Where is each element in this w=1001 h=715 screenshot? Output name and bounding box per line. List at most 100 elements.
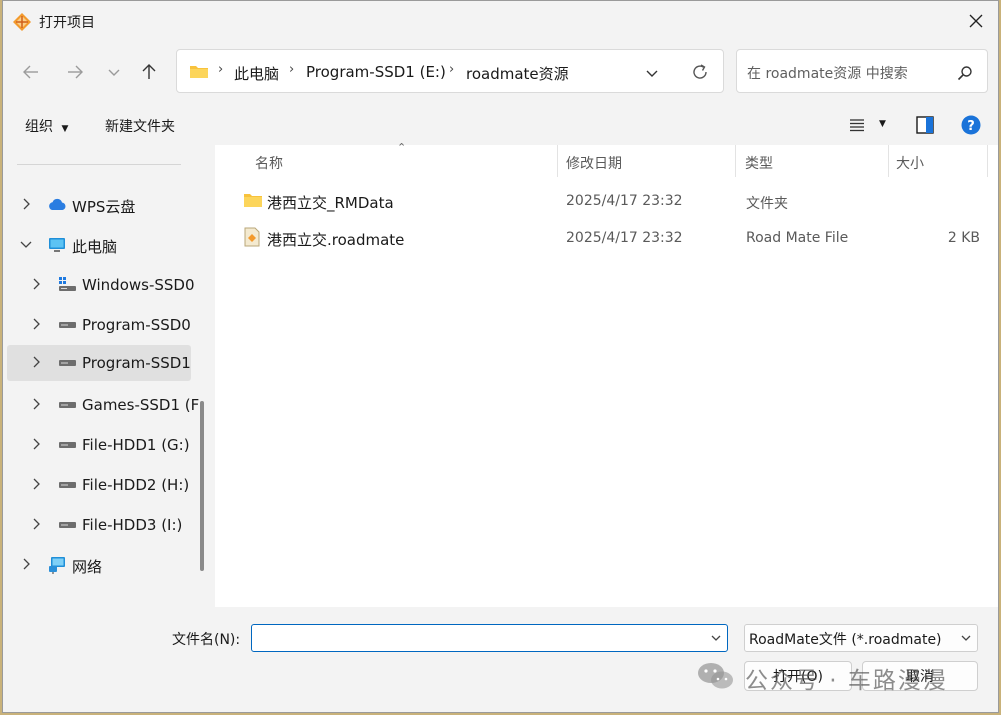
sidebar-item-label: Windows-SSD0 (82, 276, 195, 294)
table-row[interactable]: 港西立交_RMData 2025/4/17 23:32 文件夹 (235, 185, 990, 217)
column-header-size[interactable]: 大小 (896, 153, 924, 173)
file-type-select[interactable]: RoadMate文件 (*.roadmate) (744, 624, 978, 652)
roadmate-app-icon (13, 13, 31, 31)
breadcrumb-drive[interactable]: Program-SSD1 (E:) (306, 63, 446, 81)
network-icon (49, 557, 65, 574)
column-divider[interactable] (735, 145, 736, 177)
chevron-right-icon[interactable] (29, 317, 43, 331)
sidebar-item-file-hdd1[interactable]: File-HDD1 (G:) (3, 427, 193, 463)
chevron-right-icon[interactable] (19, 197, 33, 211)
view-list-icon[interactable] (849, 118, 865, 132)
sidebar-item-program-ssd1[interactable]: Program-SSD1 (7, 345, 191, 381)
file-type: 文件夹 (746, 196, 788, 212)
chevron-right-icon[interactable] (29, 397, 43, 411)
file-list[interactable]: ⌃ 名称 修改日期 类型 大小 港西立交_RMData 2025/4/17 23… (215, 141, 998, 607)
chevron-right-icon[interactable] (29, 277, 43, 291)
close-button[interactable] (959, 7, 993, 35)
watermark: 公众号 · 车路漫漫 (697, 657, 982, 694)
file-type-value: RoadMate文件 (*.roadmate) (749, 632, 942, 648)
preview-pane-icon[interactable] (916, 116, 934, 134)
column-divider[interactable] (987, 145, 988, 177)
file-date: 2025/4/17 23:32 (566, 230, 683, 246)
chevron-right-icon[interactable] (29, 477, 43, 491)
recent-locations-button[interactable] (99, 57, 129, 87)
title-bar: 打开项目 (3, 1, 998, 41)
chevron-right-icon[interactable] (29, 355, 43, 369)
up-button[interactable] (134, 57, 164, 87)
chevron-down-icon (961, 635, 971, 641)
sidebar-scrollbar[interactable] (200, 401, 204, 571)
wechat-icon (698, 663, 733, 689)
column-divider[interactable] (888, 145, 889, 177)
forward-button[interactable] (60, 57, 90, 87)
arrow-up-icon (142, 64, 156, 79)
open-project-dialog: 打开项目 › 此电脑 › Program-SSD1 (E:) › roadmat… (2, 0, 999, 713)
column-header-name[interactable]: 名称 (255, 153, 283, 173)
search-box[interactable]: 在 roadmate资源 中搜索 (736, 49, 988, 93)
folder-icon (244, 194, 262, 207)
command-bar: 组织 ▼ 新建文件夹 ▼ ? (3, 105, 998, 145)
sidebar-item-windows-ssd0[interactable]: Windows-SSD0 (3, 267, 195, 303)
sidebar-divider (17, 164, 181, 165)
sidebar-item-label: File-HDD3 (I:) (82, 516, 183, 534)
file-size: 2 KB (947, 230, 980, 246)
help-icon[interactable]: ? (961, 115, 981, 135)
back-button[interactable] (16, 57, 46, 87)
column-divider[interactable] (557, 145, 558, 177)
file-name: 港西立交.roadmate (267, 231, 405, 249)
watermark-text: 公众号 · 车路漫漫 (745, 668, 948, 694)
navigation-pane[interactable]: WPS云盘 此电脑 Windows-SSD0 Program-SSD0 Prog… (3, 145, 213, 607)
sidebar-item-label: File-HDD1 (G:) (82, 436, 190, 454)
chevron-down-icon[interactable] (19, 237, 33, 251)
column-header-type[interactable]: 类型 (745, 153, 773, 173)
address-bar[interactable]: › 此电脑 › Program-SSD1 (E:) › roadmate资源 (176, 49, 724, 93)
table-row[interactable]: 港西立交.roadmate 2025/4/17 23:32 Road Mate … (235, 222, 990, 254)
new-folder-button[interactable]: 新建文件夹 (105, 116, 175, 136)
chevron-down-icon[interactable] (645, 66, 659, 80)
chevron-right-icon[interactable] (29, 437, 43, 451)
view-options-caret-icon[interactable]: ▼ (879, 119, 886, 129)
sidebar-item-network[interactable]: 网络 (3, 547, 193, 583)
chevron-right-icon: › (289, 62, 295, 77)
sort-ascending-icon: ⌃ (397, 141, 407, 154)
organize-label: 组织 (25, 119, 53, 135)
sidebar-item-file-hdd3[interactable]: File-HDD3 (I:) (3, 507, 193, 543)
roadmate-file-icon (244, 227, 260, 247)
organize-button[interactable]: 组织 ▼ (25, 116, 68, 136)
refresh-icon[interactable] (691, 63, 709, 81)
file-type: Road Mate File (746, 230, 849, 246)
sidebar-item-games-ssd1[interactable]: Games-SSD1 (F (3, 387, 199, 423)
file-name: 港西立交_RMData (267, 194, 394, 212)
arrow-left-icon (23, 65, 38, 79)
drive-icon (59, 402, 76, 408)
drive-icon (59, 322, 76, 328)
sidebar-item-program-ssd0[interactable]: Program-SSD0 (3, 307, 193, 343)
file-date: 2025/4/17 23:32 (566, 193, 683, 209)
sidebar-item-label: File-HDD2 (H:) (82, 476, 190, 494)
sidebar-item-wps-cloud[interactable]: WPS云盘 (3, 187, 193, 223)
sidebar-item-label: Program-SSD0 (82, 316, 191, 334)
filename-input[interactable] (251, 624, 728, 652)
chevron-down-icon (108, 69, 120, 76)
search-icon[interactable] (957, 65, 973, 81)
sidebar-item-label: WPS云盘 (72, 198, 136, 216)
filename-label: 文件名(N): (172, 632, 241, 648)
drive-icon (59, 522, 76, 528)
dialog-title: 打开项目 (39, 15, 95, 31)
chevron-right-icon[interactable] (19, 557, 33, 571)
chevron-right-icon: › (218, 62, 224, 77)
sidebar-item-file-hdd2[interactable]: File-HDD2 (H:) (3, 467, 193, 503)
close-icon (969, 14, 983, 28)
chevron-right-icon: › (449, 62, 455, 77)
drive-icon (59, 360, 76, 366)
search-input[interactable]: 在 roadmate资源 中搜索 (747, 63, 908, 83)
computer-icon (49, 238, 65, 252)
sidebar-item-label: Games-SSD1 (F (82, 396, 200, 414)
chevron-right-icon[interactable] (29, 517, 43, 531)
breadcrumb-folder[interactable]: roadmate资源 (466, 63, 569, 84)
chevron-down-icon[interactable] (710, 632, 722, 644)
folder-icon (190, 66, 208, 78)
breadcrumb-this-pc[interactable]: 此电脑 (234, 63, 279, 84)
sidebar-item-this-pc[interactable]: 此电脑 (3, 227, 193, 263)
column-header-date[interactable]: 修改日期 (566, 153, 622, 173)
